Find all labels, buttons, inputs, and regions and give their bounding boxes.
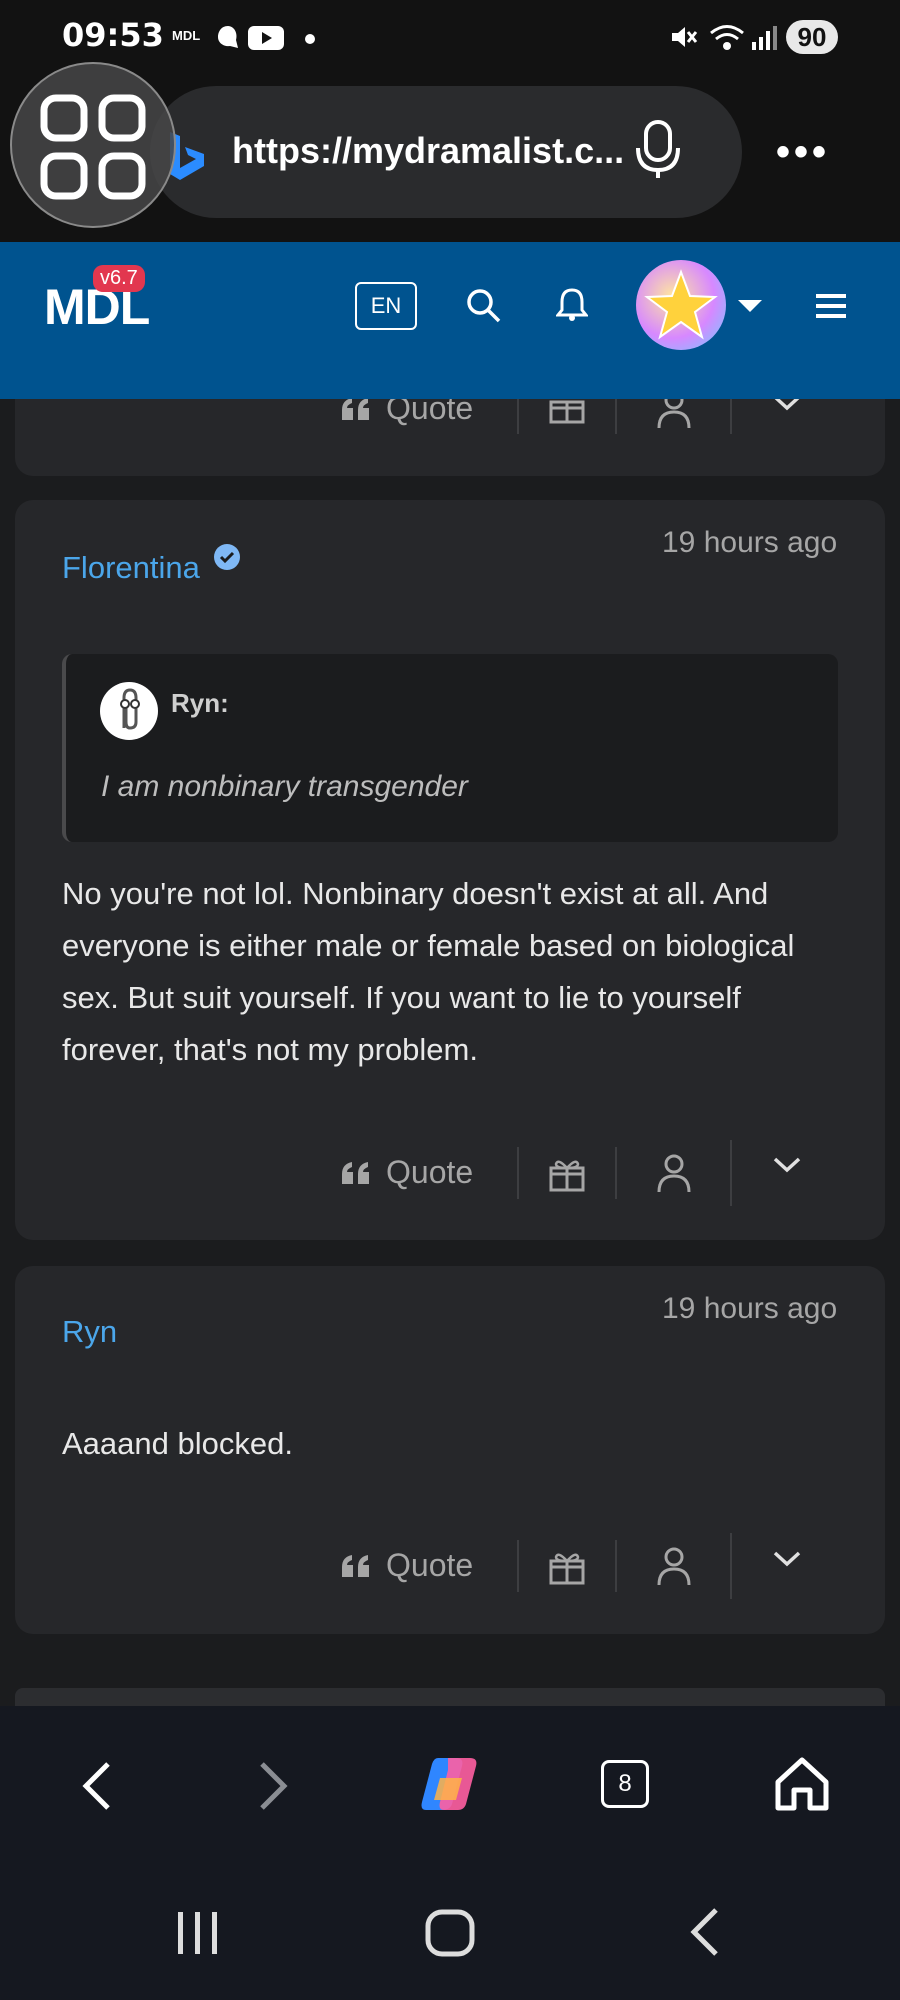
star-avatar-icon xyxy=(644,269,718,340)
youtube-icon xyxy=(248,26,284,50)
divider xyxy=(730,1533,732,1599)
comment-author[interactable]: Ryn xyxy=(62,1314,117,1350)
user-icon[interactable] xyxy=(656,1154,692,1194)
hamburger-menu-icon[interactable] xyxy=(816,292,846,320)
quote-icon xyxy=(342,1162,369,1184)
status-mdl-notification: MDL xyxy=(172,28,201,43)
language-button[interactable]: EN xyxy=(355,282,417,330)
divider xyxy=(517,1540,519,1592)
paperclip-avatar-icon xyxy=(120,688,140,730)
caret-down-icon[interactable] xyxy=(738,300,762,312)
chevron-down-icon[interactable] xyxy=(772,1550,802,1568)
home-nav-icon[interactable] xyxy=(424,1908,476,1958)
mute-icon xyxy=(672,27,698,47)
url-text[interactable]: https://mydramalist.c... xyxy=(232,130,624,172)
verified-badge-icon xyxy=(214,544,240,570)
tab-switcher-button[interactable]: 8 xyxy=(601,1760,649,1808)
floating-apps-button[interactable] xyxy=(10,62,176,228)
quoted-text: I am nonbinary transgender xyxy=(101,770,468,803)
quote-button[interactable]: Quote xyxy=(386,1154,473,1191)
search-icon[interactable] xyxy=(466,288,502,324)
notification-dot-icon xyxy=(305,34,315,44)
comment-body: Aaaand blocked. xyxy=(62,1426,293,1461)
pagination[interactable] xyxy=(15,1688,885,1708)
divider xyxy=(517,1147,519,1199)
comment-timestamp: 19 hours ago xyxy=(662,1292,838,1325)
wifi-icon xyxy=(710,25,744,50)
version-badge: v6.7 xyxy=(93,265,145,292)
user-avatar[interactable] xyxy=(636,260,726,350)
chevron-down-icon[interactable] xyxy=(772,1156,802,1174)
comment-line: No you're not lol. Nonbinary doesn't exi… xyxy=(62,876,769,911)
comment-timestamp: 19 hours ago xyxy=(662,526,838,559)
microphone-icon[interactable] xyxy=(632,118,684,182)
apps-grid-icon xyxy=(40,94,146,200)
comment-author[interactable]: Florentina xyxy=(62,550,200,586)
signal-icon xyxy=(752,26,777,50)
battery-indicator: 90 xyxy=(786,20,838,54)
quoted-author-avatar xyxy=(100,682,158,740)
user-icon[interactable] xyxy=(656,1547,692,1587)
quoted-comment xyxy=(62,654,838,842)
divider xyxy=(615,1540,617,1592)
recent-apps-icon[interactable] xyxy=(174,1910,222,1956)
more-options-button[interactable]: ••• xyxy=(776,130,830,175)
bell-icon[interactable] xyxy=(556,286,588,322)
copilot-icon[interactable] xyxy=(418,1752,482,1816)
comment-line: everyone is either male or female based … xyxy=(62,928,795,963)
divider xyxy=(615,1147,617,1199)
quote-icon xyxy=(342,1555,369,1577)
quote-button[interactable]: Quote xyxy=(386,1547,473,1584)
divider xyxy=(730,1140,732,1206)
quoted-author: Ryn: xyxy=(171,688,229,718)
back-arrow-icon[interactable] xyxy=(78,1760,114,1812)
home-icon[interactable] xyxy=(774,1756,830,1812)
comment-body: No you're not lol. Nonbinary doesn't exi… xyxy=(62,868,862,1076)
back-nav-icon[interactable] xyxy=(686,1906,722,1958)
forward-arrow-icon[interactable] xyxy=(256,1760,292,1812)
comment-line: sex. But suit yourself. If you want to l… xyxy=(62,980,741,1015)
gift-icon[interactable] xyxy=(548,1156,586,1192)
messenger-icon xyxy=(218,26,238,48)
quote-icon xyxy=(342,398,369,420)
comment-line: forever, that's not my problem. xyxy=(62,1032,478,1067)
status-time: 09:53 xyxy=(62,16,164,54)
gift-icon[interactable] xyxy=(548,1549,586,1585)
